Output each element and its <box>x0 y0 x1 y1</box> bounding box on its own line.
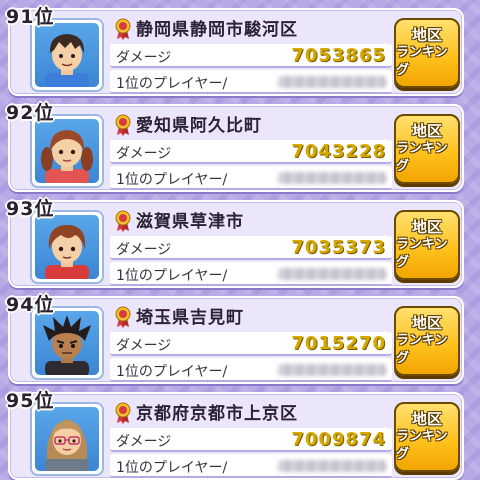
ranking-entry: 92位 愛知県阿久比町 ダメージ 7043228 1位のプレイヤー/ 地区 ラン… <box>6 102 464 192</box>
avatar <box>30 306 104 380</box>
damage-row: ダメージ 7053865 <box>110 44 392 68</box>
avatar <box>30 114 104 188</box>
damage-row: ダメージ 7035373 <box>110 236 392 260</box>
top-player-label: 1位のプレイヤー/ <box>116 172 228 188</box>
medal-icon <box>115 210 131 232</box>
area-name: 滋賀県草津市 <box>136 212 244 232</box>
area-ranking-button[interactable]: 地区 ランキング <box>394 114 460 184</box>
damage-value: 7035373 <box>291 237 386 258</box>
rank-number: 93位 <box>6 198 55 220</box>
area-ranking-button-line1: 地区 <box>411 410 442 428</box>
area-ranking-button[interactable]: 地区 ランキング <box>394 306 460 376</box>
area-name: 埼玉県吉見町 <box>136 308 244 328</box>
area-name: 静岡県静岡市駿河区 <box>136 20 298 40</box>
area-ranking-button-line2: ランキング <box>396 429 448 462</box>
damage-label: ダメージ <box>116 242 172 258</box>
top-player-row: 1位のプレイヤー/ <box>110 262 392 286</box>
avatar <box>30 402 104 476</box>
boy-spiky-dark-hair-icon <box>43 315 91 375</box>
ranking-list: 91位 静岡県静岡市駿河区 ダメージ 7053865 1位のプレイヤー/ 地区 … <box>0 0 480 480</box>
girl-brown-pigtails-icon <box>41 130 93 183</box>
damage-label: ダメージ <box>116 146 172 162</box>
top-player-label: 1位のプレイヤー/ <box>116 268 228 284</box>
medal-icon <box>115 18 131 40</box>
area-ranking-button[interactable]: 地区 ランキング <box>394 18 460 88</box>
blurred-player-name <box>278 460 386 472</box>
medal-icon <box>115 306 131 328</box>
area-ranking-button-line1: 地区 <box>411 26 442 44</box>
medal-icon <box>115 402 131 424</box>
area-ranking-button-line1: 地区 <box>411 218 442 236</box>
area-ranking-button-line1: 地区 <box>411 122 442 140</box>
top-player-row: 1位のプレイヤー/ <box>110 358 392 382</box>
damage-row: ダメージ 7009874 <box>110 428 392 452</box>
damage-row: ダメージ 7015270 <box>110 332 392 356</box>
damage-label: ダメージ <box>116 338 172 354</box>
top-player-label: 1位のプレイヤー/ <box>116 460 228 476</box>
avatar <box>30 210 104 284</box>
top-player-row: 1位のプレイヤー/ <box>110 454 392 478</box>
area-ranking-button[interactable]: 地区 ランキング <box>394 210 460 280</box>
top-player-label: 1位のプレイヤー/ <box>116 76 228 92</box>
rank-number: 95位 <box>6 390 55 412</box>
ranking-entry: 93位 滋賀県草津市 ダメージ 7035373 1位のプレイヤー/ 地区 ランキ… <box>6 198 464 288</box>
blurred-player-name <box>278 364 386 376</box>
area-ranking-button[interactable]: 地区 ランキング <box>394 402 460 472</box>
area-ranking-button-line1: 地区 <box>411 314 442 332</box>
blurred-player-name <box>278 76 386 88</box>
area-ranking-button-line2: ランキング <box>396 237 448 270</box>
rank-number: 94位 <box>6 294 55 316</box>
area-name: 愛知県阿久比町 <box>136 116 262 136</box>
ranking-entry: 95位 京都府京都市上京区 ダメージ 7009874 1位のプレイヤー/ 地区 … <box>6 390 464 480</box>
top-player-label: 1位のプレイヤー/ <box>116 364 228 380</box>
area-ranking-button-line2: ランキング <box>396 141 448 174</box>
damage-value: 7009874 <box>291 429 386 450</box>
rank-number: 92位 <box>6 102 55 124</box>
damage-value: 7053865 <box>291 45 386 66</box>
area-name: 京都府京都市上京区 <box>136 404 298 424</box>
avatar <box>30 18 104 92</box>
area-ranking-button-line2: ランキング <box>396 333 448 366</box>
damage-row: ダメージ 7043228 <box>110 140 392 164</box>
ranking-entry: 91位 静岡県静岡市駿河区 ダメージ 7053865 1位のプレイヤー/ 地区 … <box>6 6 464 96</box>
area-ranking-button-line2: ランキング <box>396 45 448 78</box>
damage-label: ダメージ <box>116 50 172 66</box>
medal-icon <box>115 114 131 136</box>
boy-black-hair-icon <box>45 34 89 87</box>
damage-label: ダメージ <box>116 434 172 450</box>
top-player-row: 1位のプレイヤー/ <box>110 166 392 190</box>
top-player-row: 1位のプレイヤー/ <box>110 70 392 94</box>
ranking-entry: 94位 埼玉県吉見町 ダメージ 7015270 1位のプレイヤー/ 地区 ランキ… <box>6 294 464 384</box>
damage-value: 7015270 <box>291 333 386 354</box>
blurred-player-name <box>278 172 386 184</box>
rank-number: 91位 <box>6 6 55 28</box>
boy-brown-hair-icon <box>45 225 89 279</box>
girl-glasses-icon <box>45 419 89 471</box>
blurred-player-name <box>278 268 386 280</box>
damage-value: 7043228 <box>291 141 386 162</box>
